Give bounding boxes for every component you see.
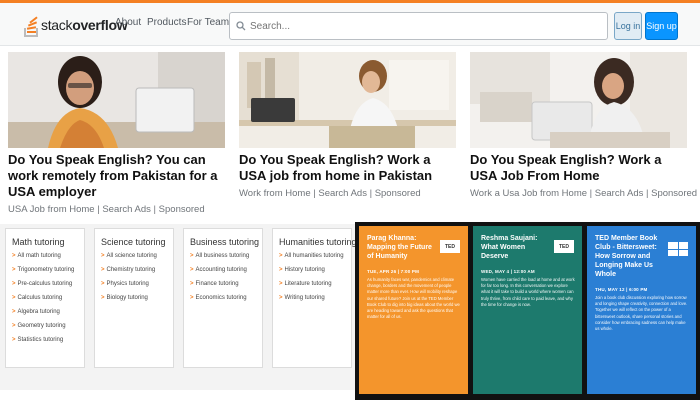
tutoring-link[interactable]: > Statistics tutoring (12, 337, 79, 343)
tutoring-link[interactable]: > Literature tutoring (279, 281, 346, 287)
signup-button[interactable]: Sign up (645, 12, 678, 40)
event-title[interactable]: Reshma Saujani: What Women Deserve (481, 234, 551, 261)
nav-for-teams[interactable]: For Teams (187, 17, 234, 28)
book-grid-icon (668, 242, 688, 256)
tutoring-link[interactable]: > Writing tutoring (279, 295, 346, 301)
tutoring-link[interactable]: > Trigonometry tutoring (12, 267, 79, 273)
chevron-right-icon: > (12, 267, 16, 273)
tutoring-link[interactable]: > Algebra tutoring (12, 309, 79, 315)
tutoring-math-heading[interactable]: Math tutoring (12, 237, 79, 247)
event-date: THU, MAY 12 | 6:00 PM (595, 287, 648, 292)
tutoring-business: Business tutoring > All business tutoring… (183, 228, 263, 368)
tutoring-link[interactable]: > All science tutoring (101, 253, 168, 259)
chevron-right-icon: > (279, 253, 283, 259)
ad-meta-1: USA Job from Home | Search Ads | Sponsor… (8, 204, 205, 215)
event-card-3[interactable]: TED Member Book Club - Bittersweet: How … (587, 226, 696, 394)
chevron-right-icon: > (101, 267, 105, 273)
event-date: TUE, APR 26 | 7:00 PM (367, 269, 420, 274)
chevron-right-icon: > (101, 253, 105, 259)
chat-bubble-icon: TED (440, 240, 460, 253)
chevron-right-icon: > (190, 267, 194, 273)
search-box[interactable] (229, 12, 608, 40)
ad-card-1[interactable]: Do You Speak English? You can work remot… (8, 52, 225, 215)
event-date: WED, MAY 4 | 12:00 AM (481, 269, 535, 274)
tutoring-link[interactable]: > History tutoring (279, 267, 346, 273)
tutoring-link[interactable]: > Pre-calculus tutoring (12, 281, 79, 287)
ad-card-3[interactable]: Do You Speak English? Work a USA Job Fro… (470, 52, 698, 199)
tutoring-link[interactable]: > Economics tutoring (190, 295, 257, 301)
chevron-right-icon: > (12, 323, 16, 329)
search-icon (236, 21, 246, 31)
top-bar: stackoverflow About Products For Teams L… (0, 0, 700, 46)
chevron-right-icon: > (190, 295, 194, 301)
event-card-1[interactable]: Parag Khanna: Mapping the Future of Huma… (359, 226, 468, 394)
tutoring-link[interactable]: > Physics tutoring (101, 281, 168, 287)
tutoring-math: Math tutoring > All math tutoring > Trigon… (5, 228, 85, 368)
chevron-right-icon: > (279, 295, 283, 301)
event-description: Join a book club discussion exploring ho… (595, 295, 688, 332)
chevron-right-icon: > (12, 309, 16, 315)
chevron-right-icon: > (12, 281, 16, 287)
tutoring-link[interactable]: > All business tutoring (190, 253, 257, 259)
chevron-right-icon: > (101, 295, 105, 301)
search-input[interactable] (250, 20, 590, 32)
chevron-right-icon: > (190, 253, 194, 259)
tutoring-link[interactable]: > Chemistry tutoring (101, 267, 168, 273)
tutoring-business-heading[interactable]: Business tutoring (190, 237, 259, 247)
event-description: As humanity faces war, pandemics and cli… (367, 277, 460, 320)
event-description: Women have carried the load at home and … (481, 277, 575, 307)
ad-card-2[interactable]: Do You Speak English? Work a USA job fro… (239, 52, 456, 199)
ad-meta-3: Work a Usa Job from Home | Search Ads | … (470, 188, 698, 199)
tutoring-science: Science tutoring > All science tutoring >… (94, 228, 174, 368)
chevron-right-icon: > (12, 253, 16, 259)
ad-title-1[interactable]: Do You Speak English? You can work remot… (8, 152, 225, 200)
ad-image-3[interactable] (470, 52, 687, 148)
ad-title-3[interactable]: Do You Speak English? Work a USA Job Fro… (470, 152, 687, 184)
chevron-right-icon: > (279, 267, 283, 273)
tutoring-humanities: Humanities tutoring > All humanities tuto… (272, 228, 357, 368)
tutoring-link[interactable]: > All math tutoring (12, 253, 79, 259)
chevron-right-icon: > (279, 281, 283, 287)
login-button[interactable]: Log in (614, 12, 642, 40)
event-card-2[interactable]: Reshma Saujani: What Women Deserve TED W… (473, 226, 582, 394)
tutoring-link[interactable]: > Calculus tutoring (12, 295, 79, 301)
chevron-right-icon: > (12, 337, 16, 343)
nav-products[interactable]: Products (147, 17, 186, 28)
ad-image-1[interactable] (8, 52, 225, 148)
event-title[interactable]: Parag Khanna: Mapping the Future of Huma… (367, 234, 437, 261)
tutoring-humanities-heading[interactable]: Humanities tutoring (279, 237, 357, 247)
stackoverflow-logo[interactable]: stackoverflow (24, 11, 128, 39)
tutoring-science-heading[interactable]: Science tutoring (101, 237, 168, 247)
chat-bubble-icon: TED (554, 240, 574, 253)
nav-about[interactable]: About (115, 17, 141, 28)
ad-meta-2: Work from Home | Search Ads | Sponsored (239, 188, 421, 199)
logo-icon (24, 13, 38, 37)
tutoring-link[interactable]: > Geometry tutoring (12, 323, 79, 329)
ad-title-2[interactable]: Do You Speak English? Work a USA job fro… (239, 152, 456, 184)
tutoring-link[interactable]: > Biology tutoring (101, 295, 168, 301)
events-panel: Parag Khanna: Mapping the Future of Huma… (355, 222, 700, 400)
tutoring-link[interactable]: > Accounting tutoring (190, 267, 257, 273)
chevron-right-icon: > (190, 281, 194, 287)
chevron-right-icon: > (101, 281, 105, 287)
chevron-right-icon: > (12, 295, 16, 301)
tutoring-link[interactable]: > Finance tutoring (190, 281, 257, 287)
ad-image-2[interactable] (239, 52, 456, 148)
event-title[interactable]: TED Member Book Club - Bittersweet: How … (595, 234, 665, 279)
tutoring-link[interactable]: > All humanities tutoring (279, 253, 346, 259)
